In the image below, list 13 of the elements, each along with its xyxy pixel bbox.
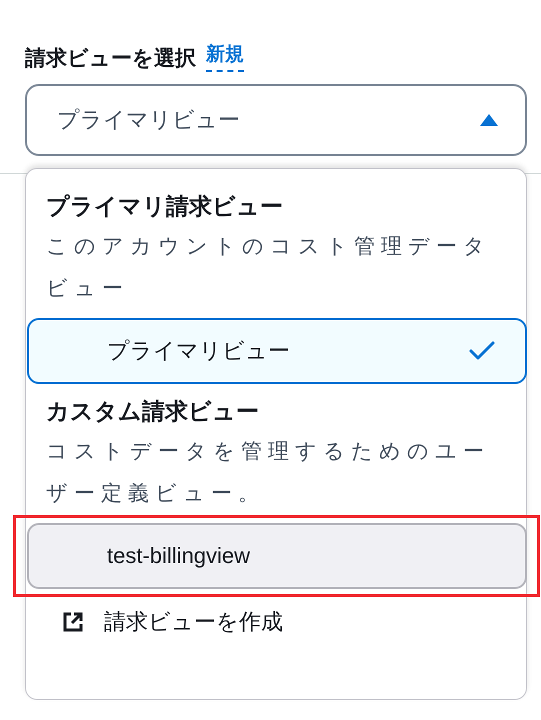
group-description: コストデータを管理するためのユーザー定義ビュー。 (46, 439, 491, 507)
group-title: カスタム請求ビュー (45, 397, 260, 426)
create-view-link[interactable]: 請求ビューを作成 (26, 601, 526, 637)
select-value: プライマリビュー (57, 106, 240, 134)
view-option[interactable]: プライマリビュー (27, 318, 527, 384)
new-link[interactable]: 新規 (206, 41, 244, 72)
group-title: プライマリ請求ビュー (45, 192, 284, 221)
view-select[interactable]: プライマリビュー (25, 84, 527, 156)
view-option[interactable]: test-billingview (27, 523, 527, 589)
check-icon (469, 341, 495, 361)
field-label: 請求ビューを選択 (25, 46, 196, 72)
group-description: このアカウントのコスト管理データビュー (46, 234, 492, 302)
external-link-icon (62, 611, 84, 633)
